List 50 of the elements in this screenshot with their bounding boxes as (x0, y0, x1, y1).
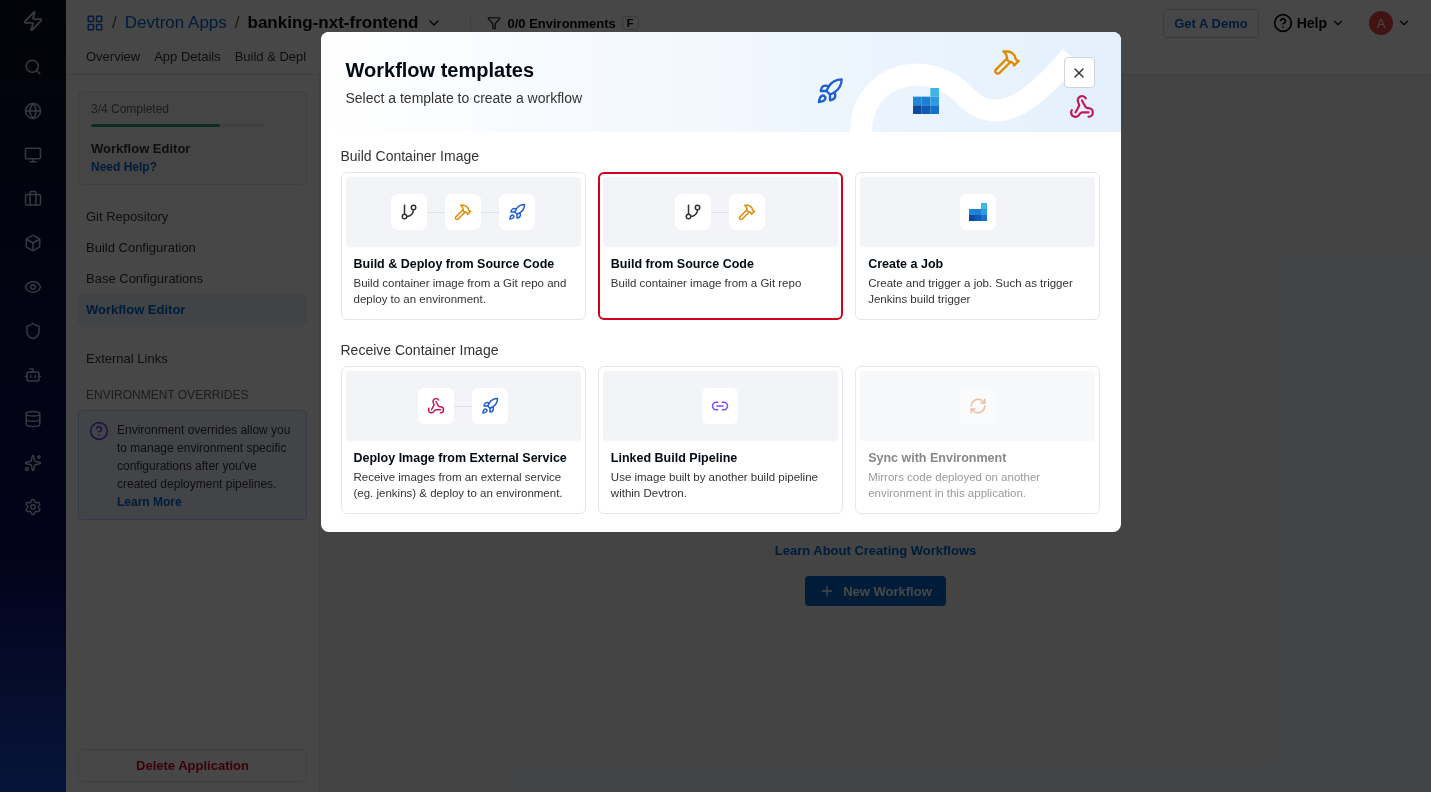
template-description: Receive images from an external service (eg. jenkins) & deploy to an environment. (353, 470, 564, 501)
template-title: Linked Build Pipeline (610, 451, 739, 465)
template-card[interactable]: Build from Source Code Build container image from a Git repo (597, 172, 844, 320)
hammer-icon (992, 48, 1021, 76)
template-description: Use image built by another build pipeline within Devtron. (610, 470, 819, 501)
sidebar-item[interactable]: External Links (78, 343, 307, 374)
environment-filter[interactable]: 0/0 Environments (507, 15, 616, 31)
stacked-squares-icon (968, 203, 987, 221)
sidebar-item[interactable]: Build Configuration (78, 232, 307, 263)
nav-tab[interactable]: Overview (86, 48, 141, 72)
template-description: Build container image from a Git repo and deploy to an environment. (353, 276, 568, 307)
rocket-icon (508, 203, 527, 221)
template-title: Create a Job (868, 257, 945, 271)
close-button[interactable] (1063, 57, 1095, 88)
breadcrumb-separator: / (234, 13, 240, 33)
rocket-icon (815, 77, 844, 105)
template-card[interactable]: Linked Build Pipeline Use image built by another build pipeline within Devtron. (597, 366, 844, 514)
template-description: Mirrors code deployed on another environment in this application. (868, 470, 1042, 501)
template-card[interactable]: Build & Deploy from Source Code Build container image from a Git repo and deploy to an environment. (340, 172, 586, 320)
webhook-icon (427, 397, 446, 415)
sidebar-item[interactable]: Base Configurations (78, 263, 307, 294)
template-card[interactable]: Create a Job Create and trigger a job. Such as trigger Jenkins build trigger (855, 172, 1101, 320)
nav-tab[interactable]: App Details (154, 48, 221, 72)
template-title: Sync with Environment (868, 451, 1008, 465)
template-description: Build container image from a Git repo (610, 276, 803, 291)
info-text: Environment overrides allow you to manage environment specific configurations after you've created deployment pipelines. (117, 422, 292, 493)
learn-link[interactable]: Learn About Creating Workflows (774, 543, 977, 558)
dialog-title: Workflow templates (345, 58, 535, 82)
section-label: Receive Container Image (340, 342, 500, 358)
rocket-icon (481, 397, 500, 415)
nav-tab[interactable]: Build & Depl (234, 48, 307, 72)
template-description: Create and trigger a job. Such as trigger Jenkins build trigger (868, 276, 1074, 307)
sidebar-item[interactable]: Git Repository (78, 201, 307, 232)
stacked-squares-icon (912, 88, 939, 114)
dialog-subtitle: Select a template to create a workflow (345, 89, 583, 106)
template-title: Build & Deploy from Source Code (353, 257, 556, 271)
template-title: Deploy Image from External Service (353, 451, 568, 465)
breadcrumb-link[interactable]: Devtron Apps (124, 13, 227, 33)
sync-icon (968, 397, 987, 415)
template-title: Build from Source Code (610, 257, 755, 271)
template-card[interactable]: Deploy Image from External Service Receive images from an external service (eg. jenkins) & deploy to an environment. (340, 366, 586, 514)
git-branch-icon (400, 203, 419, 221)
git-branch-icon (684, 203, 703, 221)
hammer-icon (454, 203, 473, 221)
webhook-icon (1068, 94, 1095, 120)
current-step-title: Workflow Editor (91, 141, 192, 156)
hammer-icon (738, 203, 757, 221)
app-name: banking-nxt-frontend (247, 13, 419, 33)
section-label: Build Container Image (340, 148, 481, 164)
breadcrumb-separator: / (112, 13, 117, 33)
